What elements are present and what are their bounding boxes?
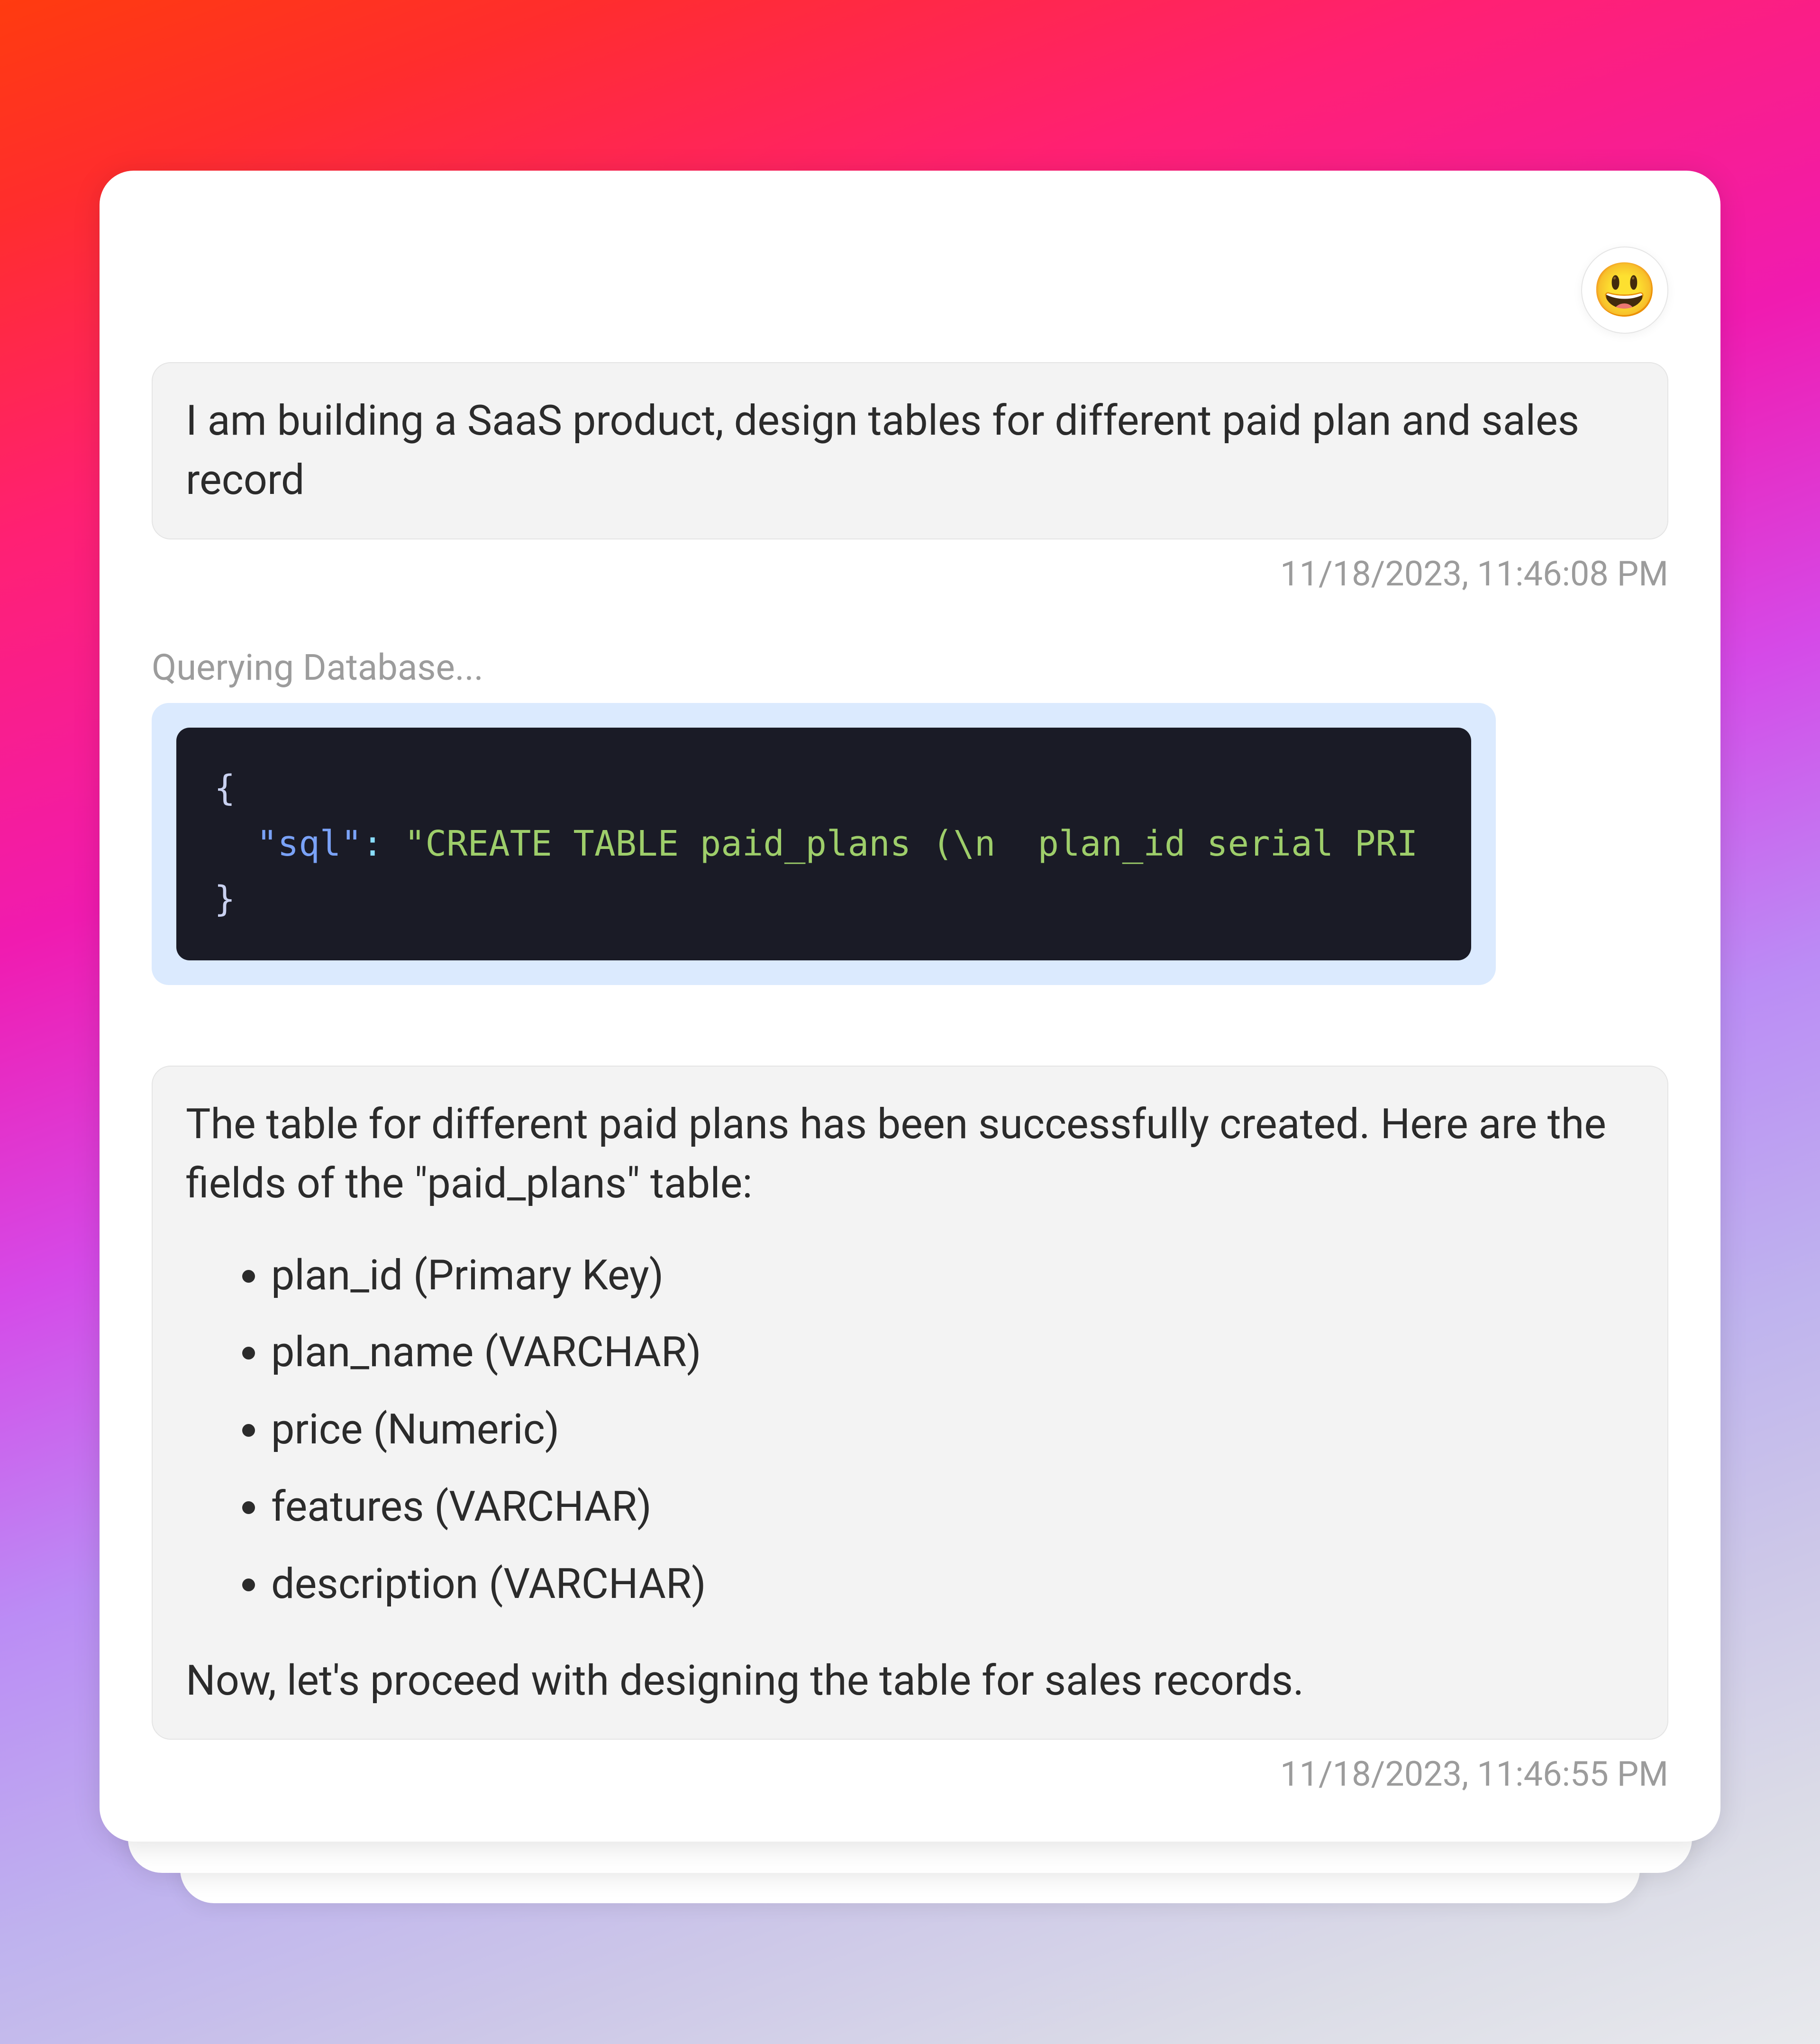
code-colon: : (362, 823, 404, 864)
avatar-emoji: 😃 (1592, 259, 1657, 321)
code-indent (214, 823, 256, 864)
list-item: description (VARCHAR) (271, 1546, 1634, 1623)
code-brace-open: { (214, 768, 236, 809)
list-item: plan_id (Primary Key) (271, 1237, 1634, 1314)
list-item: features (VARCHAR) (271, 1469, 1634, 1546)
user-message-timestamp: 11/18/2023, 11:46:08 PM (152, 554, 1668, 594)
assistant-message-bubble: The table for different paid plans has b… (152, 1066, 1668, 1740)
code-value: "CREATE TABLE paid_plans (\n plan_id ser… (404, 823, 1418, 864)
assistant-intro: The table for different paid plans has b… (186, 1095, 1634, 1214)
code-brace-close: } (214, 879, 236, 920)
assistant-outro: Now, let's proceed with designing the ta… (186, 1652, 1634, 1711)
status-text: Querying Database... (152, 646, 1668, 689)
code-content: { "sql": "CREATE TABLE paid_plans (\n pl… (214, 761, 1433, 927)
code-panel: { "sql": "CREATE TABLE paid_plans (\n pl… (152, 703, 1496, 985)
fields-list: plan_id (Primary Key) plan_name (VARCHAR… (186, 1237, 1634, 1623)
user-avatar[interactable]: 😃 (1581, 246, 1668, 334)
user-message-text: I am building a SaaS product, design tab… (186, 392, 1634, 510)
user-message-bubble: I am building a SaaS product, design tab… (152, 362, 1668, 539)
assistant-message-timestamp: 11/18/2023, 11:46:55 PM (152, 1754, 1668, 1794)
avatar-row: 😃 (152, 246, 1668, 334)
list-item: price (Numeric) (271, 1391, 1634, 1469)
list-item: plan_name (VARCHAR) (271, 1314, 1634, 1391)
chat-card: 😃 I am building a SaaS product, design t… (100, 171, 1720, 1842)
card-stack: 😃 I am building a SaaS product, design t… (100, 171, 1720, 1842)
code-key: "sql" (256, 823, 362, 864)
code-block[interactable]: { "sql": "CREATE TABLE paid_plans (\n pl… (176, 728, 1471, 960)
